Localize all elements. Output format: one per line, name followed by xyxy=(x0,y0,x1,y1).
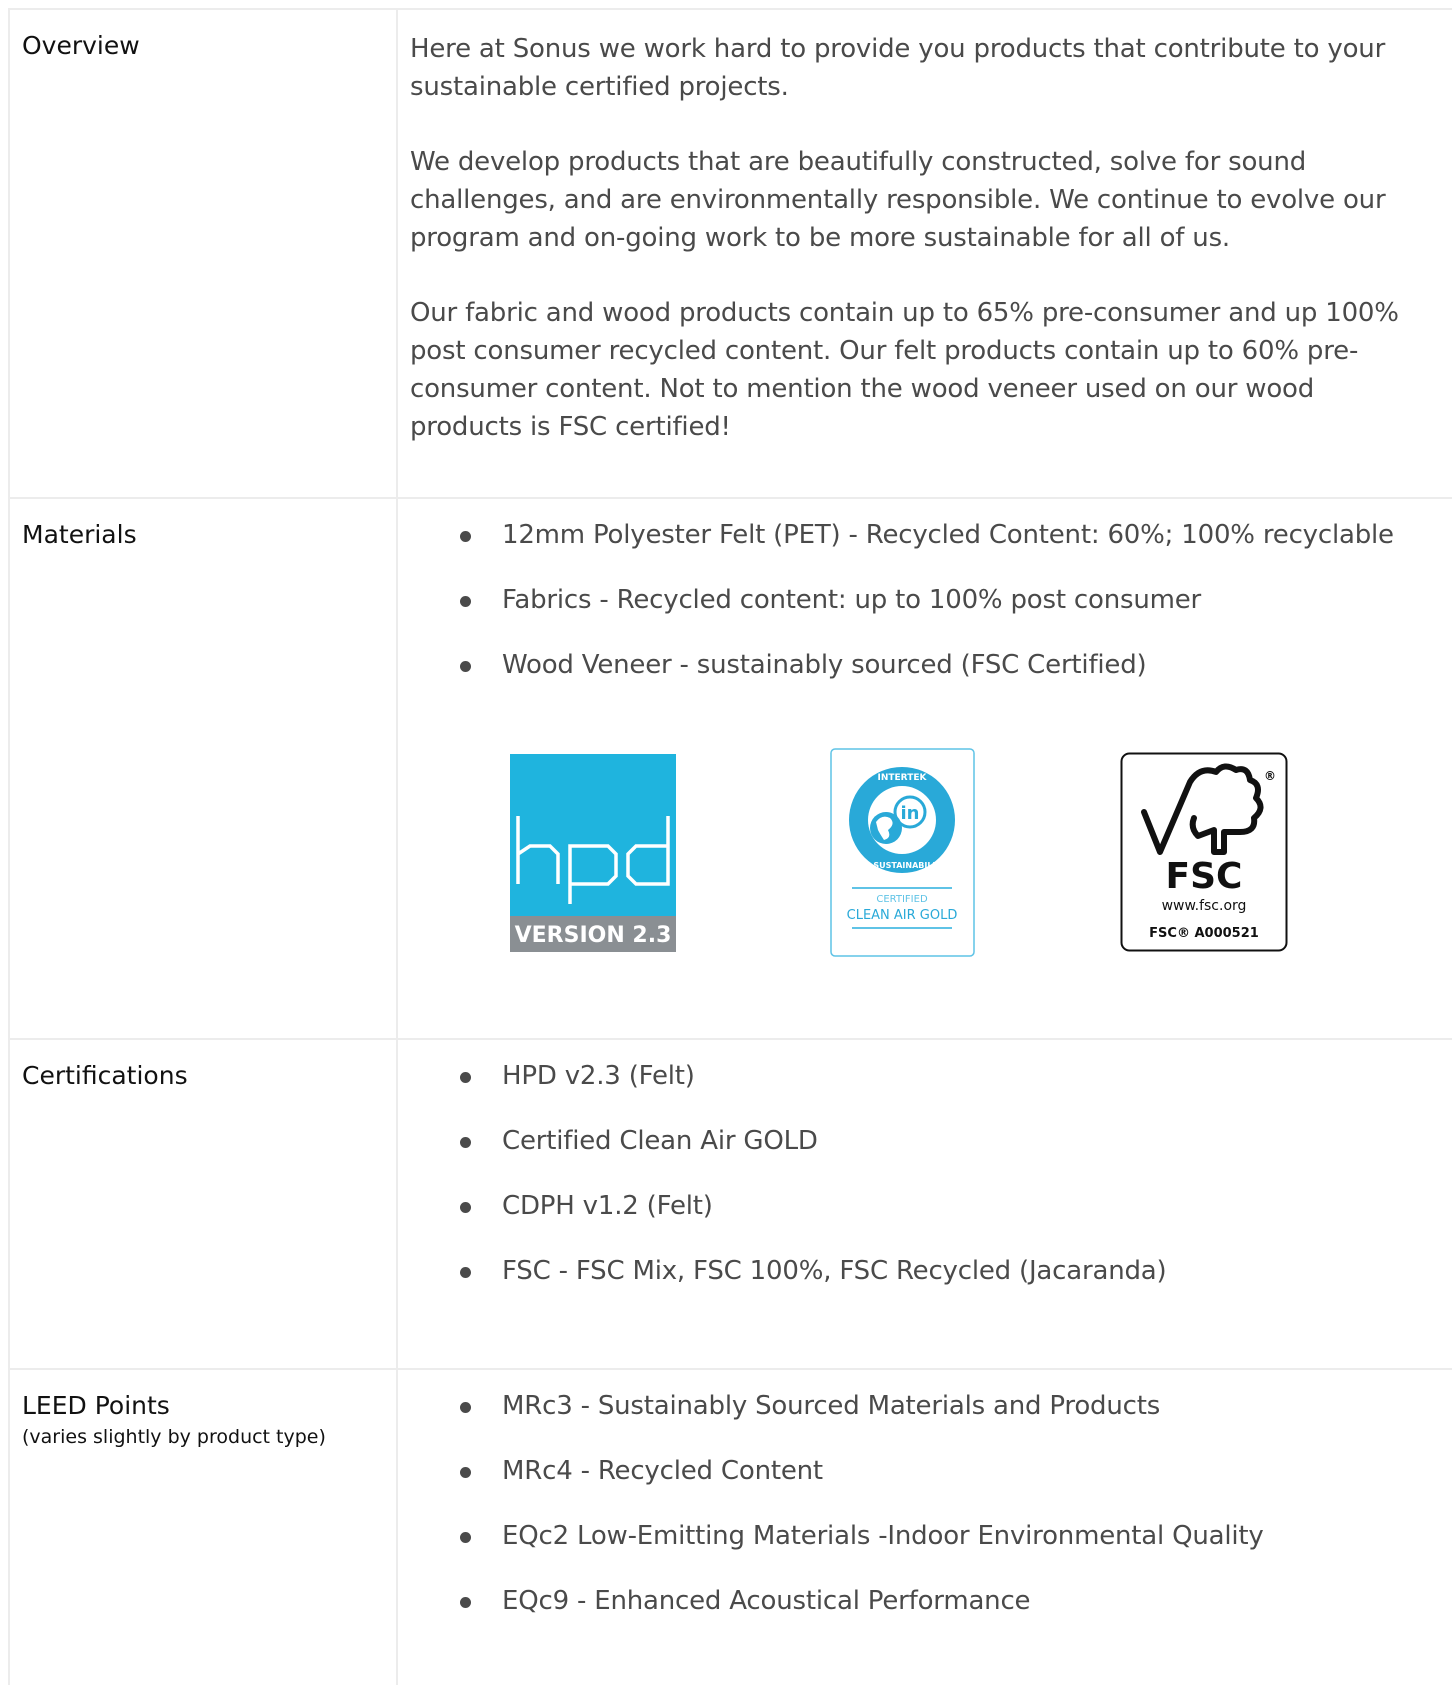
overview-label: Overview xyxy=(22,31,140,60)
list-item: Certified Clean Air GOLD xyxy=(454,1125,1452,1157)
fsc-logo: ® FSC www.fsc.org FSC® A000521 xyxy=(1120,752,1288,952)
fsc-name-text: FSC xyxy=(1166,856,1243,897)
overview-label-cell: Overview xyxy=(10,10,398,497)
list-item: HPD v2.3 (Felt) xyxy=(454,1060,1452,1092)
hpd-version-text: VERSION 2.3 xyxy=(515,923,672,948)
materials-list: 12mm Polyester Felt (PET) - Recycled Con… xyxy=(410,519,1452,681)
fsc-license-text: FSC® A000521 xyxy=(1149,926,1259,941)
row-leed-points: LEED Points (varies slightly by product … xyxy=(10,1370,1452,1685)
list-item: FSC - FSC Mix, FSC 100%, FSC Recycled (J… xyxy=(454,1255,1452,1287)
leed-sublabel: (varies slightly by product type) xyxy=(22,1426,326,1448)
certifications-label-cell: Certifications xyxy=(10,1040,398,1368)
certification-logos: VERSION 2.3 in INTERTEK SUSTAINABILITY C… xyxy=(410,714,1452,957)
sustainability-table: Overview Here at Sonus we work hard to p… xyxy=(8,8,1452,1685)
list-item: Wood Veneer - sustainably sourced (FSC C… xyxy=(454,649,1452,681)
overview-paragraph: We develop products that are beautifully… xyxy=(410,147,1386,253)
overview-content-cell: Here at Sonus we work hard to provide yo… xyxy=(398,10,1452,497)
materials-content-cell: 12mm Polyester Felt (PET) - Recycled Con… xyxy=(398,499,1452,1038)
list-item: EQc2 Low-Emitting Materials -Indoor Envi… xyxy=(454,1520,1452,1552)
certifications-label: Certifications xyxy=(22,1061,188,1090)
row-overview: Overview Here at Sonus we work hard to p… xyxy=(10,10,1452,499)
intertek-bottom-text: SUSTAINABILITY xyxy=(873,861,947,870)
intertek-clean-air-gold-logo: in INTERTEK SUSTAINABILITY CERTIFIED CLE… xyxy=(830,748,975,957)
certifications-content-cell: HPD v2.3 (Felt) Certified Clean Air GOLD… xyxy=(398,1040,1452,1368)
list-item: Fabrics - Recycled content: up to 100% p… xyxy=(454,584,1452,616)
row-materials: Materials 12mm Polyester Felt (PET) - Re… xyxy=(10,499,1452,1040)
leed-label: LEED Points xyxy=(22,1391,170,1420)
leed-content-cell: MRc3 - Sustainably Sourced Materials and… xyxy=(398,1370,1452,1685)
intertek-badge-text: in xyxy=(901,803,920,824)
fsc-registered-mark: ® xyxy=(1264,769,1276,783)
materials-label-cell: Materials xyxy=(10,499,398,1038)
overview-paragraph: Here at Sonus we work hard to provide yo… xyxy=(410,34,1386,102)
overview-paragraph: Our fabric and wood products contain up … xyxy=(410,298,1399,442)
list-item: 12mm Polyester Felt (PET) - Recycled Con… xyxy=(454,519,1452,551)
leed-list: MRc3 - Sustainably Sourced Materials and… xyxy=(410,1390,1452,1617)
hpd-logo: VERSION 2.3 xyxy=(510,754,676,952)
leed-label-cell: LEED Points (varies slightly by product … xyxy=(10,1370,398,1685)
list-item: MRc4 - Recycled Content xyxy=(454,1455,1452,1487)
intertek-top-text: INTERTEK xyxy=(878,773,928,783)
list-item: MRc3 - Sustainably Sourced Materials and… xyxy=(454,1390,1452,1422)
materials-label: Materials xyxy=(22,520,137,549)
fsc-url-text: www.fsc.org xyxy=(1162,898,1247,914)
intertek-clean-air-gold-text: CLEAN AIR GOLD xyxy=(847,908,958,923)
certifications-list: HPD v2.3 (Felt) Certified Clean Air GOLD… xyxy=(410,1060,1452,1287)
list-item: CDPH v1.2 (Felt) xyxy=(454,1190,1452,1222)
intertek-certified-text: CERTIFIED xyxy=(876,894,928,905)
row-certifications: Certifications HPD v2.3 (Felt) Certified… xyxy=(10,1040,1452,1370)
list-item: EQc9 - Enhanced Acoustical Performance xyxy=(454,1585,1452,1617)
